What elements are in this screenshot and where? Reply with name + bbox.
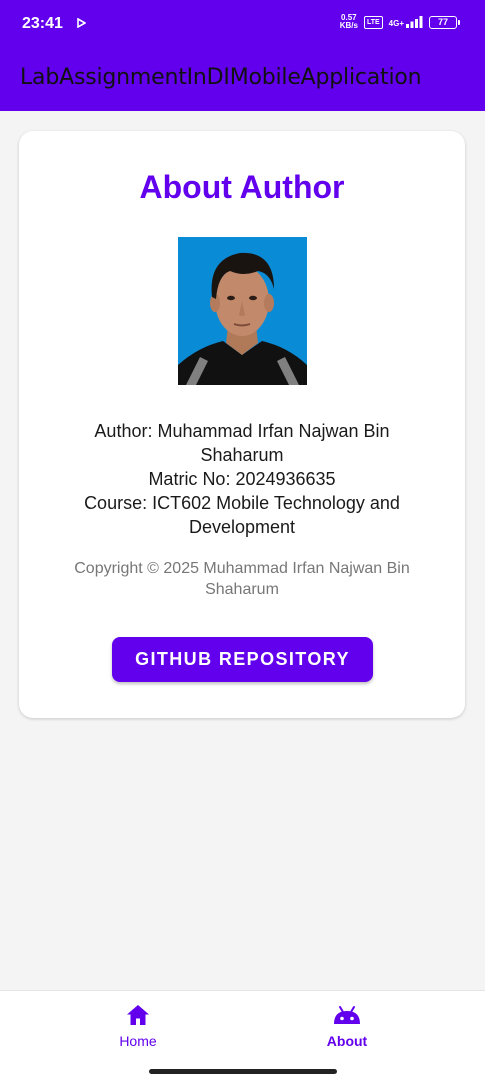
home-icon xyxy=(127,1005,149,1025)
signal-group: 4G+ xyxy=(389,16,423,28)
gesture-bar[interactable] xyxy=(149,1069,337,1074)
app-bar: LabAssignmentInDIMobileApplication xyxy=(0,48,485,111)
volte-badge: LTE xyxy=(363,15,383,29)
battery-icon: 77 xyxy=(429,15,460,29)
author-photo xyxy=(178,237,307,385)
github-repository-button[interactable]: GITHUB REPOSITORY xyxy=(112,637,373,682)
network-type: 4G+ xyxy=(388,19,404,28)
status-indicators: 0.57 KB/s LTE 4G+ 77 xyxy=(340,14,460,30)
play-icon xyxy=(77,15,87,33)
battery-level: 77 xyxy=(437,16,448,27)
bottom-navigation: Home About xyxy=(0,990,485,1080)
status-bar: 23:41 0.57 KB/s LTE 4G+ 77 xyxy=(0,0,485,48)
status-time: 23:41 xyxy=(22,15,63,32)
nav-label-about: About xyxy=(326,1033,368,1049)
course-name: Course: ICT602 Mobile Technology and Dev… xyxy=(84,493,400,537)
author-info: Author: Muhammad Irfan Najwan Bin Shahar… xyxy=(59,419,425,539)
matric-number: Matric No: 2024936635 xyxy=(148,469,336,489)
page-title: About Author xyxy=(139,169,345,205)
nav-item-home[interactable]: Home xyxy=(78,1003,198,1049)
app-title: LabAssignmentInDIMobileApplication xyxy=(20,65,422,90)
copyright-text: Copyright © 2025 Muhammad Irfan Najwan B… xyxy=(74,560,410,598)
nav-item-about[interactable]: About xyxy=(287,1003,407,1049)
signal-icon xyxy=(406,16,423,28)
author-name: Author: Muhammad Irfan Najwan Bin Shahar… xyxy=(94,421,390,465)
speed-unit: KB/s xyxy=(339,21,358,30)
network-speed: 0.57 KB/s xyxy=(340,14,358,30)
about-card: About Author Author: Muhammad Irfan Najw… xyxy=(19,131,465,718)
nav-label-home: Home xyxy=(119,1033,157,1049)
android-icon xyxy=(334,1006,360,1024)
